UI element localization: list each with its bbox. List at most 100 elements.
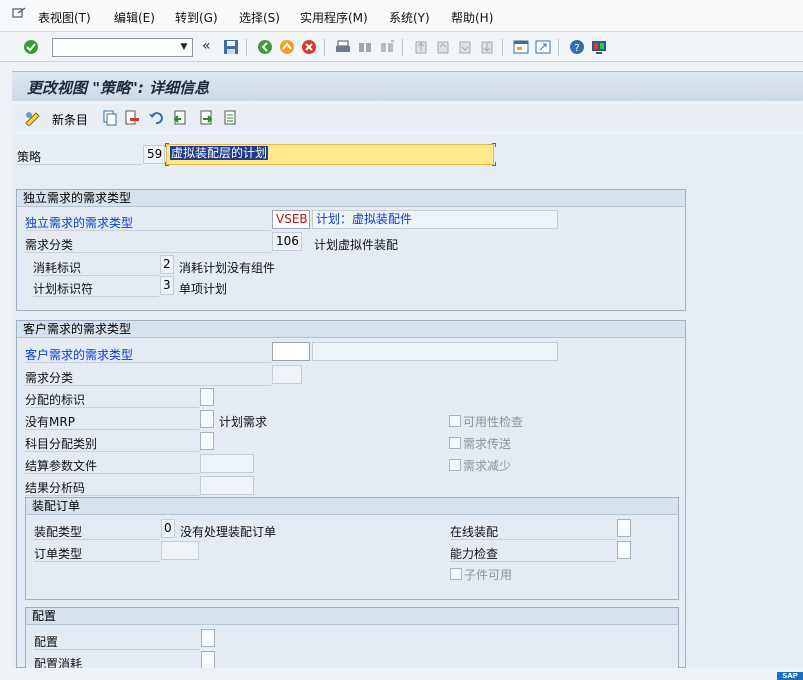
availability-check-label: 可用性检查 [463, 415, 524, 429]
menu-item-help[interactable]: 帮助(H) [451, 9, 493, 26]
indep-req-type-label: 独立需求的需求类型 [25, 216, 134, 230]
label-underline [34, 561, 160, 562]
field-corner-marker [165, 143, 169, 147]
no-mrp-text: 计划需求 [219, 415, 268, 429]
menu-item-edit[interactable]: 编辑(E) [114, 9, 155, 26]
label-underline [34, 539, 160, 540]
enter-check-icon[interactable] [22, 38, 40, 56]
planning-indicator-label: 计划标识符 [33, 282, 94, 296]
toolbar-separator [324, 39, 325, 56]
label-underline [450, 561, 616, 562]
availability-check-checkbox[interactable] [449, 415, 461, 427]
cust-req-type-input[interactable] [272, 342, 310, 361]
label-underline [33, 275, 159, 276]
new-entries-button[interactable]: 新条目 [52, 111, 88, 128]
indep-req-type-text: 计划：虚拟装配件 [312, 210, 558, 229]
order-type-label: 订单类型 [34, 547, 83, 561]
requirement-transfer-label: 需求传送 [463, 437, 512, 451]
assembly-order-group: 装配订单 装配类型 0 没有处理装配订单 订单类型 在线装配 能力检查 子件可用 [25, 497, 679, 600]
order-type-field [161, 541, 199, 560]
independent-requirements-group: 独立需求的需求类型 独立需求的需求类型 VSEB 计划：虚拟装配件 需求分类 1… [16, 189, 686, 311]
next-entry-icon[interactable] [198, 110, 214, 129]
configuration-consumption-label: 配置消耗 [34, 657, 83, 668]
online-assembly-label: 在线装配 [450, 525, 499, 539]
group-title: 配置 [26, 608, 678, 625]
label-underline [25, 495, 199, 496]
assembly-type-field: 0 [161, 519, 175, 538]
group-title: 装配订单 [26, 498, 678, 515]
no-mrp-label: 没有MRP [25, 415, 75, 429]
consumption-indicator-text: 消耗计划没有组件 [179, 261, 276, 275]
find-icon[interactable] [356, 38, 374, 56]
display-change-icon[interactable] [24, 110, 42, 129]
customize-layout-icon[interactable] [590, 38, 608, 56]
field-corner-marker [165, 162, 169, 166]
collapse-toolbar-icon[interactable]: « [202, 38, 211, 54]
consumption-indicator-label: 消耗标识 [33, 261, 82, 275]
chevron-down-icon[interactable]: ▼ [178, 41, 190, 54]
menu-item-table-view[interactable]: 表视图(T) [38, 9, 91, 26]
last-page-icon[interactable] [478, 38, 496, 56]
assembly-type-label: 装配类型 [34, 525, 83, 539]
find-next-icon[interactable] [378, 38, 396, 56]
planning-indicator-text: 单项计划 [179, 282, 228, 296]
component-availability-checkbox[interactable] [450, 568, 462, 580]
group-title: 独立需求的需求类型 [17, 190, 685, 207]
next-page-icon[interactable] [456, 38, 474, 56]
menu-bar: 表视图(T) 编辑(E) 转到(G) 选择(S) 实用程序(M) 系统(Y) 帮… [0, 0, 803, 32]
settlement-profile-field [200, 454, 254, 473]
help-icon[interactable]: ? [568, 38, 586, 56]
menu-item-system[interactable]: 系统(Y) [389, 9, 430, 26]
sap-logo: SAP [777, 672, 803, 680]
exit-icon[interactable] [278, 38, 296, 56]
indep-req-class-label: 需求分类 [25, 238, 74, 252]
label-underline [34, 649, 200, 650]
toolbar-separator [558, 39, 559, 56]
customer-requirements-group: 客户需求的需求类型 客户需求的需求类型 需求分类 分配的标识 没有MRP 计划需… [16, 320, 686, 668]
consumption-indicator-field: 2 [160, 255, 174, 274]
strategy-description-selection: 虚拟装配层的计划 [170, 146, 269, 160]
results-analysis-key-field [200, 476, 254, 495]
command-field[interactable]: ▼ [52, 38, 193, 57]
back-icon[interactable] [256, 38, 274, 56]
new-session-icon[interactable] [512, 38, 530, 56]
indep-req-class-field: 106 [272, 232, 302, 251]
shortcut-icon[interactable] [534, 38, 552, 56]
detail-content: 策略 59 虚拟装配层的计划 独立需求的需求类型 独立需求的需求类型 VSEB … [12, 134, 803, 668]
label-underline [25, 385, 271, 386]
label-underline [25, 451, 199, 452]
assembly-type-text: 没有处理装配订单 [180, 525, 277, 539]
first-page-icon[interactable] [412, 38, 430, 56]
requirement-reduction-checkbox[interactable] [449, 459, 461, 471]
save-icon[interactable] [222, 38, 240, 56]
label-underline [17, 164, 142, 165]
requirement-transfer-checkbox[interactable] [449, 437, 461, 449]
previous-entry-icon[interactable] [172, 110, 188, 129]
svg-text:?: ? [574, 43, 579, 54]
planning-indicator-field: 3 [160, 276, 174, 295]
menu-exit-icon[interactable] [12, 7, 26, 19]
cust-req-class-label: 需求分类 [25, 371, 74, 385]
previous-page-icon[interactable] [434, 38, 452, 56]
toolbar-separator [246, 39, 247, 56]
delete-icon[interactable] [124, 110, 140, 129]
label-underline [25, 429, 199, 430]
strategy-description-input[interactable]: 虚拟装配层的计划 [166, 144, 494, 165]
menu-item-utilities[interactable]: 实用程序(M) [300, 9, 368, 26]
copy-icon[interactable] [102, 110, 118, 129]
indep-req-type-input[interactable]: VSEB [272, 210, 310, 229]
cust-req-class-field [272, 365, 302, 384]
results-analysis-key-label: 结果分析码 [25, 481, 86, 495]
standard-toolbar: ▼ « ? [0, 32, 803, 62]
no-mrp-field [200, 410, 214, 428]
undo-icon[interactable] [148, 110, 164, 129]
variant-list-icon[interactable] [222, 110, 238, 129]
print-icon[interactable] [334, 38, 352, 56]
menu-item-goto[interactable]: 转到(G) [175, 9, 218, 26]
account-assignment-field [200, 432, 214, 450]
label-underline [450, 539, 616, 540]
capacity-check-label: 能力检查 [450, 547, 499, 561]
cancel-icon[interactable] [300, 38, 318, 56]
allocation-indicator-field [200, 388, 214, 406]
menu-item-selection[interactable]: 选择(S) [239, 9, 280, 26]
